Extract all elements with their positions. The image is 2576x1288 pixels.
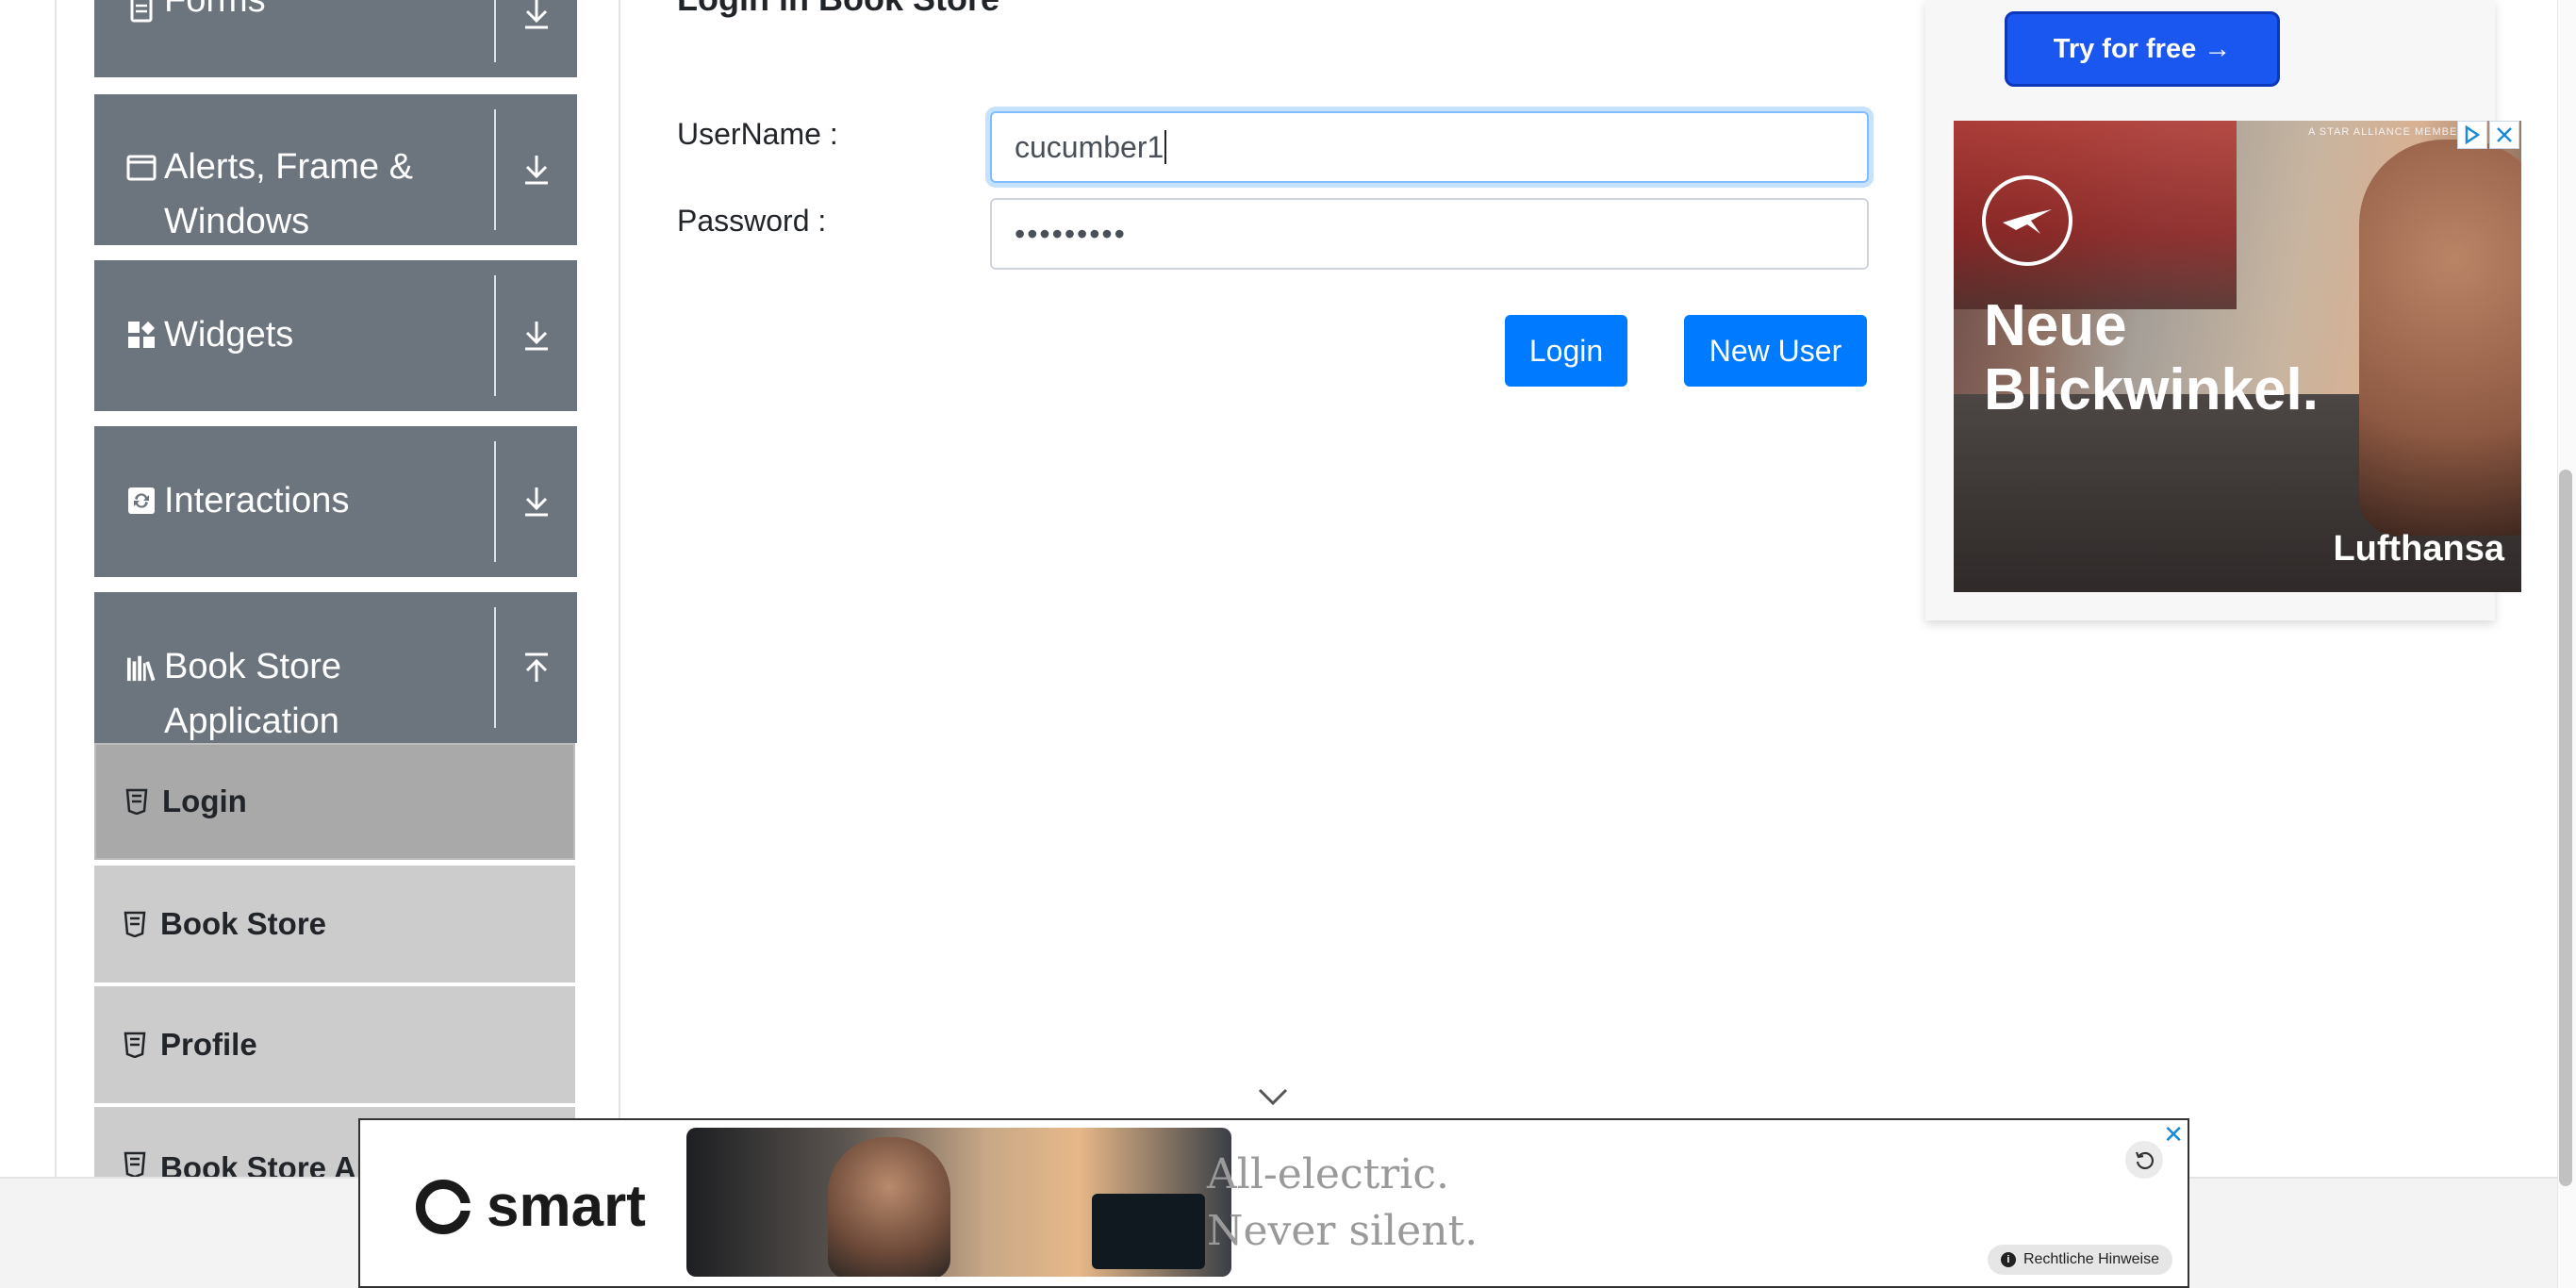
driver-image	[828, 1137, 950, 1277]
widgets-icon	[126, 320, 157, 350]
page: Forms Alerts, Frame & Windows Widgets In…	[0, 0, 2576, 1288]
username-value: cucumber1	[1015, 129, 1164, 164]
chevron-up-icon[interactable]	[496, 592, 577, 743]
tagline-line: Never silent.	[1207, 1207, 1478, 1255]
password-label: Password :	[677, 204, 827, 238]
separator	[494, 109, 496, 230]
ad-tagline: All-electric. Never silent.	[1207, 1147, 1478, 1260]
html5-icon	[123, 1031, 147, 1059]
page-title: Login in Book Store	[677, 0, 999, 19]
ad-choices-icon[interactable]	[2457, 121, 2487, 149]
info-icon: i	[2000, 1252, 2016, 1267]
replay-icon[interactable]	[2125, 1141, 2163, 1179]
sidebar-group-alerts-frame-windows[interactable]: Alerts, Frame & Windows	[94, 94, 577, 245]
books-icon	[126, 652, 157, 683]
login-button[interactable]: Login	[1505, 315, 1627, 387]
star-alliance-text: A STAR ALLIANCE MEMBER	[2308, 126, 2467, 138]
chevron-down-icon[interactable]	[496, 0, 577, 77]
legal-notice-button[interactable]: i Rechtliche Hinweise	[1987, 1245, 2172, 1275]
menu-item-label: Profile	[160, 1027, 257, 1062]
smart-logo: smart	[415, 1173, 646, 1240]
headline-line: Neue	[1984, 293, 2127, 358]
sidebar-item-book-store[interactable]: Book Store	[94, 866, 575, 983]
separator	[494, 441, 496, 562]
dashboard-screen-image	[1092, 1194, 1205, 1269]
separator	[494, 275, 496, 396]
new-user-button[interactable]: New User	[1684, 315, 1867, 387]
sidebar-group-label: Forms	[164, 0, 266, 20]
html5-icon	[123, 1150, 147, 1177]
ad-brand: Lufthansa	[2333, 529, 2504, 569]
close-icon[interactable]	[2489, 121, 2519, 149]
sidebar-group-label: Interactions	[164, 481, 350, 520]
username-input[interactable]: cucumber1	[990, 111, 1869, 183]
try-for-free-button[interactable]: Try for free →	[2005, 11, 2280, 87]
sidebar-item-login[interactable]: Login	[94, 743, 575, 860]
sidebar-item-profile[interactable]: Profile	[94, 986, 575, 1103]
sidebar-group-label: Alerts, Frame & Windows	[164, 140, 413, 249]
sidebar-group-book-store-application[interactable]: Book Store Application	[94, 592, 577, 743]
smart-logo-icon	[416, 1179, 471, 1234]
scrollbar-thumb[interactable]	[2559, 470, 2572, 1186]
sidebar-group-label: Book Store Application	[164, 639, 341, 749]
lufthansa-ad[interactable]: A STAR ALLIANCE MEMBER Neue Blickwinkel.…	[1954, 121, 2521, 592]
window-icon	[126, 153, 157, 183]
tagline-line: All-electric.	[1207, 1150, 1449, 1198]
car-driver-image	[686, 1128, 1231, 1277]
legal-label: Rechtliche Hinweise	[2023, 1251, 2159, 1267]
html5-icon	[123, 910, 147, 938]
sidebar-divider	[619, 0, 620, 1177]
smart-brand-text: smart	[487, 1174, 646, 1239]
chevron-down-icon[interactable]	[496, 260, 577, 411]
ad-headline: Neue Blickwinkel.	[1984, 294, 2319, 422]
password-value: •••••••••	[1015, 216, 1127, 251]
text-caret	[1164, 130, 1167, 164]
chevron-down-icon[interactable]	[496, 94, 577, 245]
username-label: UserName :	[677, 117, 838, 151]
label-line: Application	[164, 702, 339, 741]
password-input[interactable]: •••••••••	[990, 198, 1869, 270]
menu-item-label: Book Store API	[160, 1150, 386, 1177]
sidebar-group-forms[interactable]: Forms	[94, 0, 577, 77]
smart-ad-banner[interactable]: smart All-electric. Never silent. ✕ i Re…	[358, 1118, 2189, 1288]
sidebar-group-widgets[interactable]: Widgets	[94, 260, 577, 411]
html5-icon	[124, 787, 149, 816]
close-icon[interactable]: ✕	[2163, 1122, 2184, 1147]
woman-portrait-image	[2359, 140, 2521, 536]
crane-logo-icon	[1982, 175, 2072, 266]
menu-item-label: Book Store	[160, 906, 327, 941]
label-line: Windows	[164, 202, 310, 241]
container-border	[55, 0, 57, 1177]
form-icon	[126, 0, 157, 25]
chevron-down-icon[interactable]	[496, 426, 577, 577]
chevron-down-icon[interactable]	[1256, 1086, 1290, 1112]
separator	[494, 0, 496, 62]
sidebar-group-label: Widgets	[164, 315, 294, 355]
headline-line: Blickwinkel.	[1984, 357, 2319, 422]
label-line: Alerts, Frame &	[164, 147, 413, 187]
label-line: Book Store	[164, 647, 341, 686]
sidebar-group-interactions[interactable]: Interactions	[94, 426, 577, 577]
separator	[494, 607, 496, 728]
interactions-icon	[126, 486, 157, 516]
menu-item-label: Login	[162, 784, 247, 818]
